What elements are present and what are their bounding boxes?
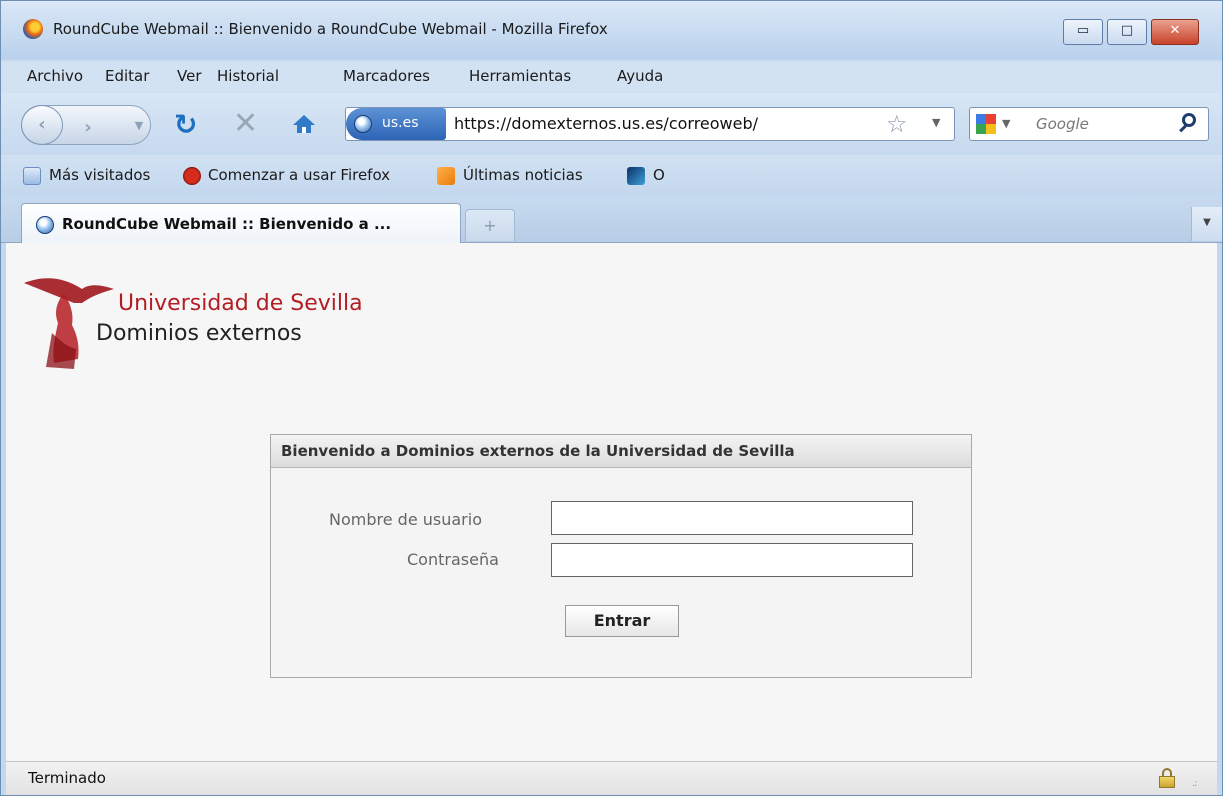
lock-body bbox=[1159, 776, 1175, 788]
bookmark-ultimas-noticias[interactable]: Últimas noticias bbox=[463, 166, 583, 184]
login-box: Bienvenido a Dominios externos de la Uni… bbox=[270, 434, 972, 678]
bookmark-site-icon bbox=[627, 167, 645, 185]
search-icon[interactable] bbox=[1182, 113, 1196, 127]
chevron-down-icon: ▼ bbox=[134, 119, 144, 132]
plus-icon: + bbox=[483, 216, 497, 235]
username-field[interactable] bbox=[551, 501, 913, 535]
tab-label: RoundCube Webmail :: Bienvenido a ... bbox=[62, 215, 392, 233]
bookmark-comenzar-firefox[interactable]: Comenzar a usar Firefox bbox=[208, 166, 390, 184]
subtitle-dominios: Dominios externos bbox=[96, 321, 302, 346]
site-identity-button[interactable]: us.es bbox=[346, 108, 446, 140]
login-title: Bienvenido a Dominios externos de la Uni… bbox=[281, 442, 795, 460]
forward-button[interactable]: › bbox=[71, 109, 105, 141]
bookmark-o[interactable]: O bbox=[653, 166, 665, 184]
address-bar[interactable]: us.es https://domexternos.us.es/correowe… bbox=[345, 107, 955, 141]
url-text[interactable]: https://domexternos.us.es/correoweb/ bbox=[454, 114, 758, 133]
google-yellow-square bbox=[986, 124, 996, 134]
globe-icon bbox=[354, 115, 372, 133]
close-icon: ✕ bbox=[1169, 23, 1181, 38]
giralda-emblem-icon bbox=[24, 278, 114, 369]
maximize-button[interactable]: □ bbox=[1107, 19, 1147, 45]
window-title: RoundCube Webmail :: Bienvenido a RoundC… bbox=[53, 20, 608, 38]
url-history-dropdown-icon[interactable]: ▼ bbox=[932, 116, 940, 129]
search-input[interactable]: Google bbox=[1036, 115, 1089, 133]
university-name: Universidad de Sevilla bbox=[118, 291, 363, 316]
login-button[interactable]: Entrar bbox=[565, 605, 679, 637]
search-bar[interactable]: ▼ Google bbox=[969, 107, 1209, 141]
search-engine-dropdown-icon[interactable]: ▼ bbox=[1002, 117, 1010, 130]
tab-list-button[interactable]: ▼ bbox=[1191, 207, 1222, 241]
menu-herramientas[interactable]: Herramientas bbox=[469, 67, 571, 85]
status-bar: Terminado .: bbox=[6, 761, 1217, 795]
university-logo: Universidad de Sevilla Dominios externos bbox=[24, 263, 404, 373]
password-field[interactable] bbox=[551, 543, 913, 577]
globe-icon bbox=[36, 216, 54, 234]
bookmarks-toolbar: Más visitados Comenzar a usar Firefox Úl… bbox=[1, 155, 1222, 197]
site-identity-label: us.es bbox=[382, 115, 419, 131]
tab-strip: RoundCube Webmail :: Bienvenido a ... + … bbox=[1, 197, 1222, 243]
title-bar: RoundCube Webmail :: Bienvenido a RoundC… bbox=[1, 1, 1222, 59]
back-button[interactable]: ‹ bbox=[21, 105, 63, 145]
google-engine-icon[interactable] bbox=[976, 114, 996, 134]
google-blue-square bbox=[976, 114, 986, 124]
menu-bar: Archivo Editar Ver Historial Marcadores … bbox=[1, 61, 1222, 93]
status-text: Terminado bbox=[28, 769, 106, 787]
menu-archivo[interactable]: Archivo bbox=[27, 67, 83, 85]
reload-icon[interactable]: ↻ bbox=[174, 111, 197, 139]
menu-ver[interactable]: Ver bbox=[177, 67, 202, 85]
history-dropdown-button[interactable]: ▼ bbox=[129, 109, 149, 141]
username-label: Nombre de usuario bbox=[329, 510, 482, 529]
minimize-button[interactable]: ▭ bbox=[1063, 19, 1103, 45]
navigation-toolbar: ‹ › ▼ ↻ ✕ us.es https://domexternos.us.e… bbox=[1, 93, 1222, 155]
close-button[interactable]: ✕ bbox=[1151, 19, 1199, 45]
most-visited-icon bbox=[23, 167, 41, 185]
browser-window: RoundCube Webmail :: Bienvenido a RoundC… bbox=[0, 0, 1223, 796]
bookmark-star-icon[interactable]: ☆ bbox=[886, 110, 908, 138]
menu-ayuda[interactable]: Ayuda bbox=[617, 67, 663, 85]
google-green-square bbox=[976, 124, 986, 134]
menu-editar[interactable]: Editar bbox=[105, 67, 149, 85]
firefox-logo-icon bbox=[23, 19, 43, 39]
firefox-getting-started-icon bbox=[183, 167, 201, 185]
rss-feed-icon bbox=[437, 167, 455, 185]
page-content: Universidad de Sevilla Dominios externos… bbox=[6, 243, 1217, 761]
menu-marcadores[interactable]: Marcadores bbox=[343, 67, 430, 85]
minimize-icon: ▭ bbox=[1076, 23, 1090, 38]
stop-icon[interactable]: ✕ bbox=[233, 109, 258, 139]
menu-historial[interactable]: Historial bbox=[217, 67, 279, 85]
back-arrow-icon: ‹ bbox=[38, 114, 46, 135]
chevron-down-icon: ▼ bbox=[1203, 217, 1211, 228]
password-label: Contraseña bbox=[407, 550, 499, 569]
google-red-square bbox=[986, 114, 996, 124]
bookmark-mas-visitados[interactable]: Más visitados bbox=[49, 166, 150, 184]
resize-grip-icon[interactable]: .: bbox=[1192, 778, 1197, 789]
home-icon[interactable] bbox=[293, 115, 315, 133]
forward-arrow-icon: › bbox=[84, 117, 92, 138]
maximize-icon: □ bbox=[1120, 23, 1134, 38]
new-tab-button[interactable]: + bbox=[465, 209, 515, 241]
tab-roundcube[interactable]: RoundCube Webmail :: Bienvenido a ... bbox=[21, 203, 461, 243]
lock-icon[interactable] bbox=[1159, 768, 1175, 788]
login-header: Bienvenido a Dominios externos de la Uni… bbox=[271, 435, 971, 468]
home-door bbox=[302, 127, 306, 133]
